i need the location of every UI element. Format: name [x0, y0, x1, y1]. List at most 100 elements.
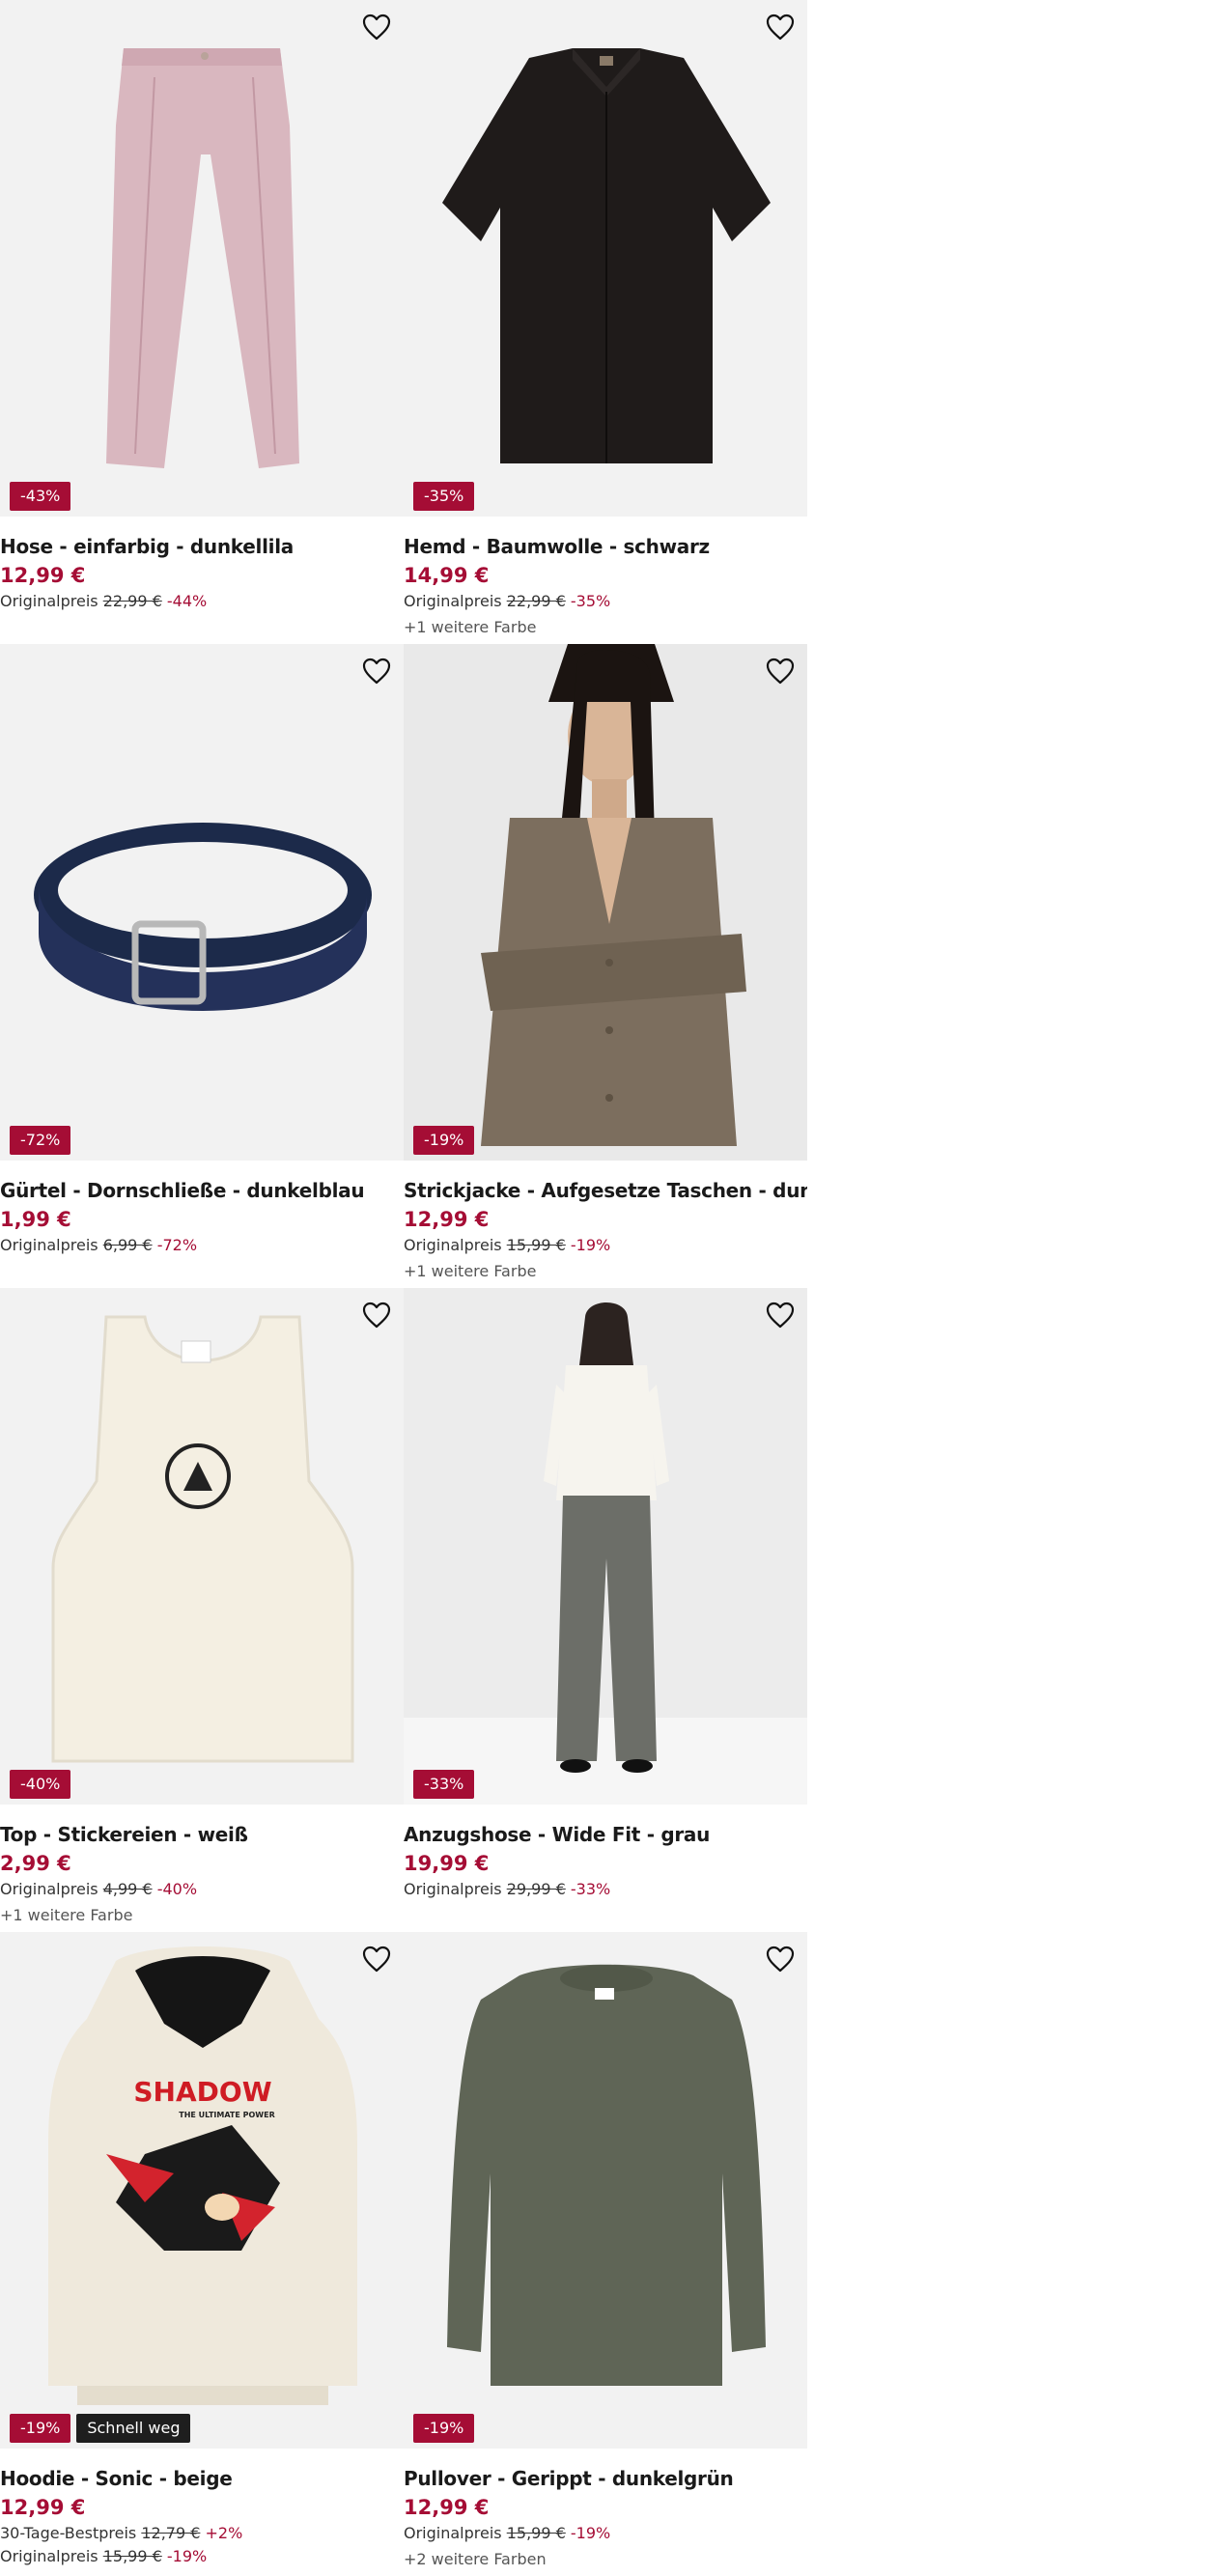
original-price-row: Originalpreis 15,99 € -19% [404, 1234, 807, 1257]
discount-badge: -19% [413, 1126, 475, 1155]
selling-fast-badge: Schnell weg [76, 2414, 191, 2443]
reference-price: 15,99 € [506, 2524, 566, 2542]
product-title[interactable]: Pullover - Gerippt - dunkelgrün [404, 2464, 807, 2493]
product-info: Pullover - Gerippt - dunkelgrün 12,99 € … [404, 2464, 807, 2574]
reference-label: Originalpreis [0, 2547, 98, 2565]
product-price: 1,99 € [0, 1208, 71, 1231]
product-image-beige-hoodie[interactable]: SHADOW THE ULTIMATE POWER -19% Schnell w… [0, 1932, 404, 2449]
product-price: 12,99 € [0, 2496, 86, 2519]
wishlist-heart-icon[interactable] [361, 1944, 392, 1974]
product-price: 12,99 € [0, 564, 86, 587]
reference-label: Originalpreis [0, 592, 98, 610]
reference-percent: -72% [156, 1236, 198, 1254]
reference-price: 15,99 € [102, 2547, 162, 2565]
product-price: 14,99 € [404, 564, 490, 587]
product-price: 2,99 € [0, 1852, 71, 1875]
reference-percent: -33% [570, 1880, 611, 1898]
product-info: Hoodie - Sonic - beige 12,99 € 30-Tage-B… [0, 2464, 404, 2568]
original-price-row: Originalpreis 4,99 € -40% [0, 1878, 404, 1901]
product-info: Top - Stickereien - weiß 2,99 € Original… [0, 1820, 404, 1930]
product-card[interactable]: -33% Anzugshose - Wide Fit - grau 19,99 … [404, 1288, 807, 1932]
product-price: 12,99 € [404, 2496, 490, 2519]
product-title[interactable]: Strickjacke - Aufgesetze Taschen - dunke… [404, 1176, 807, 1205]
wishlist-heart-icon[interactable] [765, 656, 796, 686]
wishlist-heart-icon[interactable] [765, 1944, 796, 1974]
reference-percent: -19% [570, 2524, 611, 2542]
best-price-row: 30-Tage-Bestpreis 12,79 € +2% [0, 2522, 404, 2545]
more-colors-link[interactable]: +1 weitere Farbe [404, 1257, 807, 1286]
discount-badge: -19% [10, 2414, 71, 2443]
product-title[interactable]: Gürtel - Dornschließe - dunkelblau [0, 1176, 404, 1205]
wishlist-heart-icon[interactable] [361, 12, 392, 42]
reference-price: 29,99 € [506, 1880, 566, 1898]
product-title[interactable]: Anzugshose - Wide Fit - grau [404, 1820, 807, 1849]
badges: -43% [10, 482, 71, 511]
reference-percent: -40% [156, 1880, 198, 1898]
product-image-white-tank-top[interactable]: -40% [0, 1288, 404, 1805]
reference-label: Originalpreis [404, 592, 502, 610]
product-title[interactable]: Hoodie - Sonic - beige [0, 2464, 404, 2493]
more-colors-link[interactable]: +1 weitere Farbe [0, 1901, 404, 1930]
reference-label: Originalpreis [404, 1880, 502, 1898]
more-colors-link[interactable]: +2 weitere Farben [404, 2545, 807, 2574]
product-price: 19,99 € [404, 1852, 490, 1875]
reference-label: Originalpreis [0, 1236, 98, 1254]
product-card[interactable]: -35% Hemd - Baumwolle - schwarz 14,99 € … [404, 0, 807, 644]
hoodie-print-subtitle: THE ULTIMATE POWER [179, 2111, 274, 2119]
badges: -19% Schnell weg [10, 2414, 191, 2443]
reference-price: 4,99 € [102, 1880, 153, 1898]
product-title[interactable]: Hose - einfarbig - dunkellila [0, 532, 404, 561]
original-price-row: Originalpreis 15,99 € -19% [0, 2545, 404, 2568]
reference-price: 12,79 € [141, 2524, 201, 2542]
product-title[interactable]: Hemd - Baumwolle - schwarz [404, 532, 807, 561]
discount-badge: -33% [413, 1770, 475, 1799]
reference-label: Originalpreis [0, 1880, 98, 1898]
product-title[interactable]: Top - Stickereien - weiß [0, 1820, 404, 1849]
reference-price: 15,99 € [506, 1236, 566, 1254]
reference-label: Originalpreis [404, 2524, 502, 2542]
product-price: 12,99 € [404, 1208, 490, 1231]
product-image-pink-trousers[interactable]: -43% [0, 0, 404, 517]
discount-badge: -35% [413, 482, 475, 511]
badges: -19% [413, 2414, 475, 2443]
product-info: Hose - einfarbig - dunkellila 12,99 € Or… [0, 532, 404, 613]
original-price-row: Originalpreis 6,99 € -72% [0, 1234, 404, 1257]
wishlist-heart-icon[interactable] [361, 1300, 392, 1330]
product-info: Strickjacke - Aufgesetze Taschen - dunke… [404, 1176, 807, 1286]
discount-badge: -40% [10, 1770, 71, 1799]
reference-label: Originalpreis [404, 1236, 502, 1254]
reference-percent: -35% [570, 592, 611, 610]
reference-percent: -19% [570, 1236, 611, 1254]
badges: -35% [413, 482, 475, 511]
product-image-model-grey-trousers[interactable]: -33% [404, 1288, 807, 1805]
original-price-row: Originalpreis 22,99 € -35% [404, 590, 807, 613]
product-info: Gürtel - Dornschließe - dunkelblau 1,99 … [0, 1176, 404, 1257]
product-image-navy-belt[interactable]: -72% [0, 644, 404, 1161]
badges: -40% [10, 1770, 71, 1799]
more-colors-link[interactable]: +1 weitere Farbe [404, 613, 807, 642]
product-card[interactable]: -40% Top - Stickereien - weiß 2,99 € Ori… [0, 1288, 404, 1932]
product-image-model-cardigan[interactable]: -19% [404, 644, 807, 1161]
wishlist-heart-icon[interactable] [765, 12, 796, 42]
product-info: Anzugshose - Wide Fit - grau 19,99 € Ori… [404, 1820, 807, 1901]
wishlist-heart-icon[interactable] [361, 656, 392, 686]
reference-percent: +2% [205, 2524, 243, 2542]
discount-badge: -19% [413, 2414, 475, 2443]
product-card[interactable]: -19% Strickjacke - Aufgesetze Taschen - … [404, 644, 807, 1288]
product-card[interactable]: -72% Gürtel - Dornschließe - dunkelblau … [0, 644, 404, 1288]
reference-percent: -44% [166, 592, 208, 610]
product-image-green-sweater[interactable]: -19% [404, 1932, 807, 2449]
reference-price: 22,99 € [506, 592, 566, 610]
wishlist-heart-icon[interactable] [765, 1300, 796, 1330]
discount-badge: -72% [10, 1126, 71, 1155]
product-card[interactable]: SHADOW THE ULTIMATE POWER -19% Schnell w… [0, 1932, 404, 2576]
product-card[interactable]: -43% Hose - einfarbig - dunkellila 12,99… [0, 0, 404, 644]
product-card[interactable]: -19% Pullover - Gerippt - dunkelgrün 12,… [404, 1932, 807, 2576]
product-info: Hemd - Baumwolle - schwarz 14,99 € Origi… [404, 532, 807, 642]
hoodie-print-title: SHADOW [133, 2076, 271, 2108]
reference-price: 6,99 € [102, 1236, 153, 1254]
reference-label: 30-Tage-Bestpreis [0, 2524, 137, 2542]
badges: -72% [10, 1126, 71, 1155]
original-price-row: Originalpreis 29,99 € -33% [404, 1878, 807, 1901]
product-image-black-shirt[interactable]: -35% [404, 0, 807, 517]
